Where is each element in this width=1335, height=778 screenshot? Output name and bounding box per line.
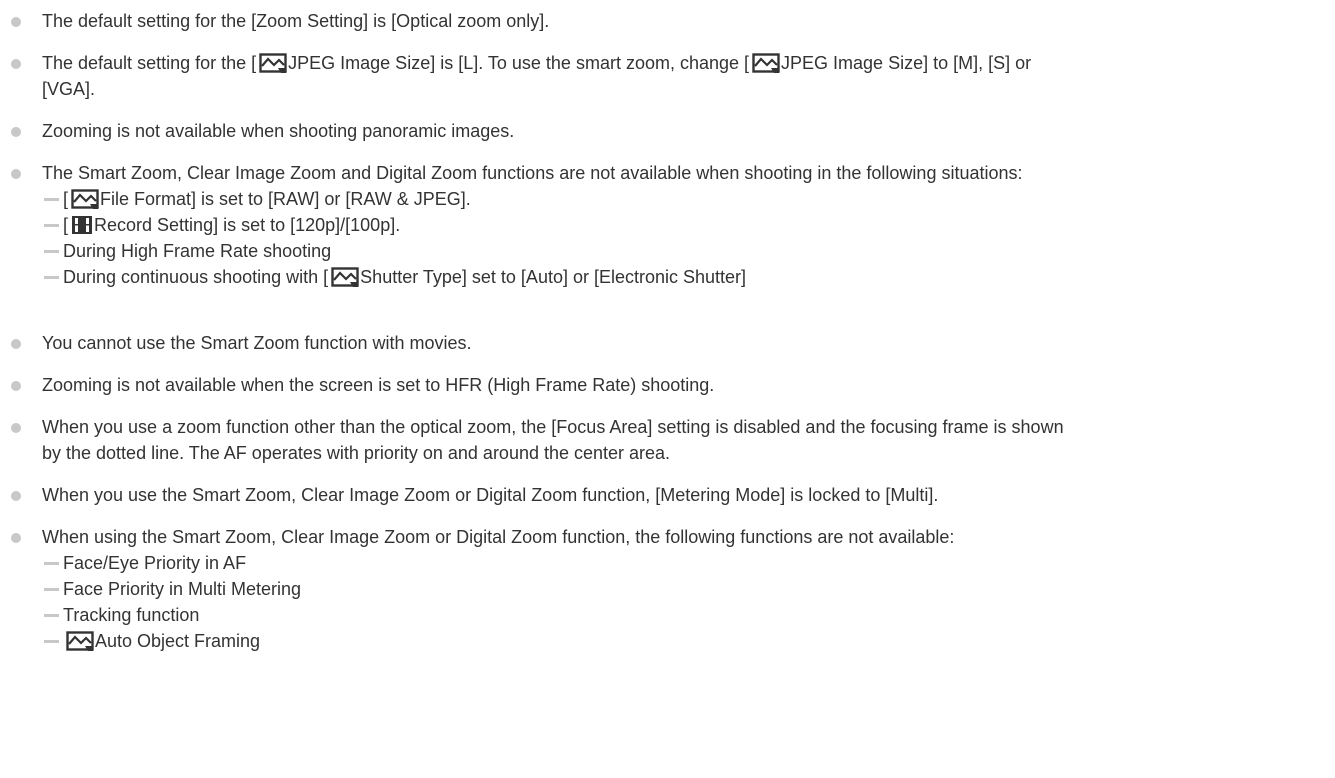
dash <box>44 276 59 279</box>
list-item: [Record Setting] is set to [120p]/[100p]… <box>42 212 1329 238</box>
function-list: Face/Eye Priority in AF Face Priority in… <box>42 550 1329 654</box>
bullet <box>11 381 21 391</box>
list-item: [File Format] is set to [RAW] or [RAW & … <box>42 186 1329 212</box>
note-text: The default setting for the [ <box>42 53 257 73</box>
dash <box>44 588 59 591</box>
note-text: Zooming is not available when shooting p… <box>42 121 515 141</box>
list-item: Face/Eye Priority in AF <box>42 550 1329 576</box>
bullet <box>11 423 21 433</box>
notes-list: The default setting for the [Zoom Settin… <box>0 0 1335 778</box>
note-text: [VGA]. <box>42 79 96 99</box>
bullet <box>11 59 21 69</box>
note-text: JPEG Image Size] is [L]. To use the smar… <box>288 53 750 73</box>
list-item: During High Frame Rate shooting <box>42 238 1329 264</box>
bullet <box>11 491 21 501</box>
still-image-icon <box>71 189 99 209</box>
dash <box>44 640 59 643</box>
bullet <box>11 533 21 543</box>
note-text: The default setting for the [Zoom Settin… <box>42 11 550 31</box>
dash <box>44 250 59 253</box>
list-item: Face Priority in Multi Metering <box>42 576 1329 602</box>
still-image-icon <box>752 53 780 73</box>
list-item: Tracking function <box>42 602 1329 628</box>
note-text: When you use the Smart Zoom, Clear Image… <box>42 485 939 505</box>
note-text: Zooming is not available when the screen… <box>42 375 715 395</box>
still-image-icon <box>259 53 287 73</box>
note-text: When you use a zoom function other than … <box>42 417 1064 437</box>
situation-list: [File Format] is set to [RAW] or [RAW & … <box>42 186 1329 290</box>
dash <box>44 562 59 565</box>
list-item: Auto Object Framing <box>42 628 1329 654</box>
bullet <box>11 339 21 349</box>
bullet <box>11 169 21 179</box>
still-image-icon <box>66 631 94 651</box>
note-text: When using the Smart Zoom, Clear Image Z… <box>42 527 955 547</box>
dash <box>44 224 59 227</box>
movie-icon <box>71 215 93 235</box>
note-line: The default setting for the [ JPEG Image … <box>42 50 1329 76</box>
still-image-icon <box>331 267 359 287</box>
bullet <box>11 17 21 27</box>
note-text: The Smart Zoom, Clear Image Zoom and Dig… <box>42 163 1023 183</box>
note-text: You cannot use the Smart Zoom function w… <box>42 333 472 353</box>
list-item: During continuous shooting with [Shutter… <box>42 264 1329 290</box>
dash <box>44 198 59 201</box>
note-text: by the dotted line. The AF operates with… <box>42 443 671 463</box>
note-text: JPEG Image Size] to [M], [S] or <box>781 53 1032 73</box>
dash <box>44 614 59 617</box>
bullet <box>11 127 21 137</box>
